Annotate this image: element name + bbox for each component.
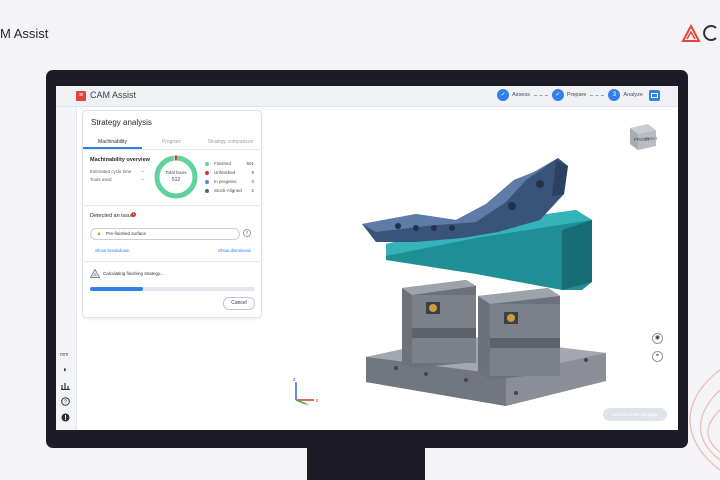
legend-value: 0 xyxy=(251,179,254,184)
check-icon: ✓ xyxy=(551,89,564,101)
legend-value: 501 xyxy=(246,161,254,166)
legend-label: In progress xyxy=(214,179,237,184)
progress-bar xyxy=(90,287,255,291)
status-dot xyxy=(205,180,209,184)
step-label: Prepare xyxy=(566,92,587,98)
divider xyxy=(83,261,261,262)
machinability-overview-title: Machinability overview xyxy=(90,157,150,163)
step-prepare[interactable]: ✓ Prepare xyxy=(551,89,587,101)
strategy-analysis-panel: Strategy analysis Machinability Program … xyxy=(82,110,262,318)
vise-left xyxy=(402,280,476,368)
fit-view-icon[interactable]: ⌖ xyxy=(652,351,663,362)
tab-strategy-comparison[interactable]: Strategy comparison xyxy=(201,137,260,149)
cancel-button[interactable]: Cancel xyxy=(223,297,255,310)
issue-item[interactable]: ▲ Pre-finished surface xyxy=(90,228,240,240)
app-bar: ≡ CAM Assist ✓ Assess ✓ Prepare 3 Analyz… xyxy=(56,86,678,107)
legend-value: 2 xyxy=(251,188,254,193)
show-dismissed-link[interactable]: Show dismissed xyxy=(218,248,251,253)
x-axis-label: x xyxy=(316,398,319,404)
help-icon[interactable]: ? xyxy=(61,397,70,406)
y-axis-label: y xyxy=(306,402,309,406)
cycle-time-label: Estimated cycle time xyxy=(90,169,132,174)
legend-label: Unfinished xyxy=(214,170,236,175)
tools-used-value: -- xyxy=(141,177,144,182)
contrast-icon[interactable]: ◐ xyxy=(61,365,70,374)
chart-icon[interactable] xyxy=(61,381,70,391)
model-viewport[interactable] xyxy=(266,110,676,430)
step-number: 3 xyxy=(608,89,621,101)
progress-fill xyxy=(90,287,143,291)
tabs: Machinability Program Strategy compariso… xyxy=(83,137,261,150)
step-connector xyxy=(590,94,605,96)
send-to-cam-button[interactable]: Send to CAM package xyxy=(603,408,667,421)
view-cube[interactable]: FRONT RIGHT xyxy=(626,118,660,152)
app-name: CAM Assist xyxy=(90,90,137,100)
monitor-stand xyxy=(307,448,425,480)
tab-machinability[interactable]: Machinability xyxy=(83,137,142,149)
page-title: M Assist xyxy=(0,26,49,41)
app-window: ≡ CAM Assist ✓ Assess ✓ Prepare 3 Analyz… xyxy=(56,86,678,430)
tools-used-label: Tools used xyxy=(90,177,112,182)
workflow-steps: ✓ Assess ✓ Prepare 3 Analyze xyxy=(497,89,660,101)
status-dot xyxy=(205,171,209,175)
dismiss-icon[interactable]: × xyxy=(243,229,251,237)
issue-label: Pre-finished surface xyxy=(106,231,147,236)
warning-icon: ▲ xyxy=(96,231,102,237)
cycle-time-value: -- xyxy=(141,169,144,174)
show-breakdown-link[interactable]: Show breakdown xyxy=(95,248,130,253)
viewcube-right-label: RIGHT xyxy=(645,136,658,141)
tab-program[interactable]: Program xyxy=(142,137,201,149)
status-dot xyxy=(205,189,209,193)
divider xyxy=(83,205,261,206)
donut-label: Total faces xyxy=(165,170,187,175)
monitor: ≡ CAM Assist ✓ Assess ✓ Prepare 3 Analyz… xyxy=(46,70,688,448)
status-text: Calculating finishing strategy... xyxy=(103,271,164,276)
calculating-icon xyxy=(90,269,100,278)
visibility-icon[interactable]: ◉ xyxy=(652,333,663,344)
step-label: Assess xyxy=(512,92,530,98)
layout-toggle-button[interactable] xyxy=(649,89,660,101)
issues-title: Detected an issue xyxy=(90,213,135,219)
step-label: Analyze xyxy=(623,92,643,98)
check-icon: ✓ xyxy=(497,89,510,101)
info-icon[interactable] xyxy=(61,413,70,422)
status-dot xyxy=(205,162,209,166)
legend-label: Finished xyxy=(214,161,232,166)
step-assess[interactable]: ✓ Assess xyxy=(497,89,530,101)
issue-count-badge: 1 xyxy=(131,212,136,217)
left-rail: mm ◐ ? xyxy=(56,107,77,430)
app-logo-icon: ≡ xyxy=(76,91,86,101)
brand-logo xyxy=(680,22,720,44)
axis-triad: z x y xyxy=(293,377,319,406)
vise-right xyxy=(478,288,560,380)
units-label[interactable]: mm xyxy=(60,352,68,358)
svg-text:?: ? xyxy=(64,400,67,406)
step-analyze[interactable]: 3 Analyze xyxy=(608,89,643,101)
panel-title: Strategy analysis xyxy=(91,118,152,127)
donut-value: 512 xyxy=(171,177,181,183)
step-connector xyxy=(533,94,548,96)
legend-value: 9 xyxy=(251,170,254,175)
legend-label: Stock-Aligned xyxy=(214,188,242,193)
